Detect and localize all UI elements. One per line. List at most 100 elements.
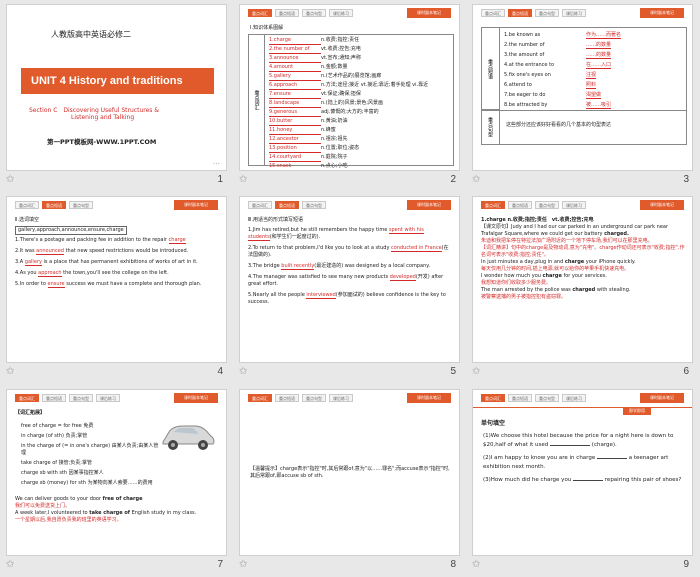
practice-heading: 单句填空 <box>481 420 506 427</box>
slide-number: 7 <box>217 559 223 570</box>
example-3-rest: with stealing. <box>596 287 631 293</box>
q3-rest: repairing this pair of shoes? <box>604 477 682 483</box>
thumb-9[interactable]: 重点词汇 重点短语 重点句型 课后练习 课时副本笔记 即学即用 单句填空 (1)… <box>466 385 699 577</box>
phrase-row: 7.be eager to do 渴望做 <box>504 90 684 100</box>
thumb-2[interactable]: 重点词汇 重点短语 重点句型 课后练习 课时副本笔记 Ⅰ.知识体系图解 重点词汇… <box>233 0 466 192</box>
slide-number: 5 <box>450 366 456 377</box>
tab-vocab[interactable]: 重点词汇 <box>15 394 39 402</box>
slide-4[interactable]: 重点词汇 重点短语 重点句型 课时副本笔记 Ⅱ.选词填空 gallery,app… <box>6 196 227 363</box>
star-icon[interactable]: ✩ <box>6 559 14 570</box>
example-1: We can deliver goods to your door <box>15 496 102 502</box>
slide-5[interactable]: 重点词汇 重点短语 重点句型 课时副本笔记 Ⅲ.用适当的形式填写短语 1.Jim… <box>239 196 460 363</box>
thumb-4[interactable]: 重点词汇 重点短语 重点句型 课时副本笔记 Ⅱ.选词填空 gallery,app… <box>0 192 233 384</box>
thumb-footer: ✩ 9 <box>466 557 699 575</box>
vocab-definition: n.(艺术作品的)展览馆;画廊 <box>321 73 382 79</box>
q3-rest: is a place that has permanent exhibition… <box>43 259 198 265</box>
tab-vocab[interactable]: 重点词汇 <box>481 394 505 402</box>
vocab-word: 2.the number of <box>269 45 321 54</box>
tab-phrases[interactable]: 重点短语 <box>508 9 532 17</box>
q3-hint: (最近建造的) was designed by a local company. <box>314 263 431 269</box>
phrase-text: 5.fix one's eyes on <box>504 72 551 78</box>
thumb-3[interactable]: 重点词汇 重点短语 重点句型 课后练习 课时副本笔记 重点短语 1.be kno… <box>466 0 699 192</box>
tab-phrases[interactable]: 重点短语 <box>275 9 299 17</box>
tab-exercises[interactable]: 课后练习 <box>329 9 353 17</box>
slide-number: 4 <box>217 366 223 377</box>
tab-phrases[interactable]: 重点短语 <box>508 201 532 209</box>
star-icon[interactable]: ✩ <box>239 174 247 185</box>
thumb-footer: ✩ 4 <box>0 364 233 382</box>
slide-3[interactable]: 重点词汇 重点短语 重点句型 课后练习 课时副本笔记 重点短语 1.be kno… <box>472 4 693 171</box>
table-side-label: 重点词汇 <box>249 35 265 165</box>
thumb-6[interactable]: 重点词汇 重点短语 重点句型 课后练习 课时副本笔记 1.charge n.收费… <box>466 192 699 384</box>
tab-vocab[interactable]: 重点词汇 <box>248 9 272 17</box>
tab-sentences[interactable]: 重点句型 <box>535 394 559 402</box>
tab-vocab[interactable]: 重点词汇 <box>248 394 272 402</box>
thumb-1[interactable]: 人教版高中英语必修二 UNIT 4 History and traditions… <box>0 0 233 192</box>
tab-sentences[interactable]: 重点句型 <box>302 9 326 17</box>
example-3-translation: 被警察逮捕的男子被指控犯有盗窃罪。 <box>481 294 567 300</box>
q3-stem: (3)How much did he charge you <box>483 477 572 483</box>
slide-6[interactable]: 重点词汇 重点短语 重点句型 课后练习 课时副本笔记 1.charge n.收费… <box>472 196 693 363</box>
vocab-definition: n.祖宗;祖先 <box>321 136 348 142</box>
slide-number: 9 <box>683 559 689 570</box>
tab-exercises[interactable]: 课后练习 <box>329 394 353 402</box>
vocab-word: 5.gallery <box>269 72 321 81</box>
tab-exercises[interactable]: 课后练习 <box>562 394 586 402</box>
phrase-answer: 在……入口 <box>586 62 612 69</box>
star-icon[interactable]: ✩ <box>239 366 247 377</box>
slide-1[interactable]: 人教版高中英语必修二 UNIT 4 History and traditions… <box>6 4 227 171</box>
tab-vocab[interactable]: 重点词汇 <box>15 201 39 209</box>
tab-sentences[interactable]: 重点句型 <box>69 394 93 402</box>
practice-bar: 即学即用 <box>473 407 692 415</box>
example-2-keyword: take charge of <box>89 510 130 516</box>
phrase-row: 3.the amount of ……的数量 <box>504 50 684 60</box>
tab-sentences[interactable]: 重点句型 <box>302 394 326 402</box>
star-icon[interactable]: ✩ <box>6 366 14 377</box>
exercise-text: 1.Jim has retired,but he still remembers… <box>248 227 453 306</box>
star-icon[interactable]: ✩ <box>472 174 480 185</box>
example-2: A week later,I volunteered to <box>15 510 88 516</box>
thumb-7[interactable]: 重点词汇 重点短语 重点句型 课后练习 课时副本笔记 【词汇拓展】 free o… <box>0 385 233 577</box>
tab-vocab[interactable]: 重点词汇 <box>481 9 505 17</box>
slide-number: 2 <box>450 174 456 185</box>
slide-9[interactable]: 重点词汇 重点短语 重点句型 课后练习 课时副本笔记 即学即用 单句填空 (1)… <box>472 389 693 556</box>
tab-vocab[interactable]: 重点词汇 <box>248 201 272 209</box>
thumb-5[interactable]: 重点词汇 重点短语 重点句型 课时副本笔记 Ⅲ.用适当的形式填写短语 1.Jim… <box>233 192 466 384</box>
slide-2[interactable]: 重点词汇 重点短语 重点句型 课后练习 课时副本笔记 Ⅰ.知识体系图解 重点词汇… <box>239 4 460 171</box>
tab-vocab[interactable]: 重点词汇 <box>481 201 505 209</box>
tab-exercises[interactable]: 课后练习 <box>96 394 120 402</box>
q2-answer: conducted in France <box>391 245 442 252</box>
vocab-definition: n.金额;数量 <box>321 64 348 70</box>
source-translation: 朱迪和我把车停在特拉法加广场附近的一个地下停车场,我们可以在那里充电。 <box>481 238 653 244</box>
vocab-word: 14.courtyard <box>269 153 321 162</box>
star-icon[interactable]: ✩ <box>472 366 480 377</box>
tab-sentences[interactable]: 重点句型 <box>535 201 559 209</box>
thumb-footer: ✩ 3 <box>466 172 699 190</box>
vocab-definition: n.庭院;院子 <box>321 154 348 160</box>
slide-8[interactable]: 重点词汇 重点短语 重点句型 课后练习 课时副本笔记 【温馨提示】charge表… <box>239 389 460 556</box>
vocab-word: 6.approach <box>269 81 321 90</box>
example-3-keyword: charged <box>572 287 596 293</box>
tab-exercises[interactable]: 课后练习 <box>562 201 586 209</box>
tab-phrases[interactable]: 重点短语 <box>42 394 66 402</box>
slide-7[interactable]: 重点词汇 重点短语 重点句型 课后练习 课时副本笔记 【词汇拓展】 free o… <box>6 389 227 556</box>
tab-phrases[interactable]: 重点短语 <box>42 201 66 209</box>
tab-phrases[interactable]: 重点短语 <box>275 201 299 209</box>
q1-stem: 1.Jim has retired,but he still remembers… <box>248 227 388 233</box>
tab-bar: 重点词汇 重点短语 重点句型 课后练习 <box>248 394 353 402</box>
notes-ribbon: 课时副本笔记 <box>640 393 684 403</box>
notes-ribbon: 课时副本笔记 <box>407 393 451 403</box>
tab-phrases[interactable]: 重点短语 <box>275 394 299 402</box>
tab-bar: 重点词汇 重点短语 重点句型 课后练习 <box>481 9 586 17</box>
thumb-8[interactable]: 重点词汇 重点短语 重点句型 课后练习 课时副本笔记 【温馨提示】charge表… <box>233 385 466 577</box>
star-icon[interactable]: ✩ <box>6 174 14 185</box>
tab-sentences[interactable]: 重点句型 <box>69 201 93 209</box>
expansion-item: charge sb with sth 因某事指控某人 <box>21 470 104 476</box>
star-icon[interactable]: ✩ <box>239 559 247 570</box>
section-subtitle: Listening and Talking <box>71 114 135 121</box>
star-icon[interactable]: ✩ <box>472 559 480 570</box>
tab-phrases[interactable]: 重点短语 <box>508 394 532 402</box>
tab-exercises[interactable]: 课后练习 <box>562 9 586 17</box>
tab-sentences[interactable]: 重点句型 <box>302 201 326 209</box>
tab-sentences[interactable]: 重点句型 <box>535 9 559 17</box>
